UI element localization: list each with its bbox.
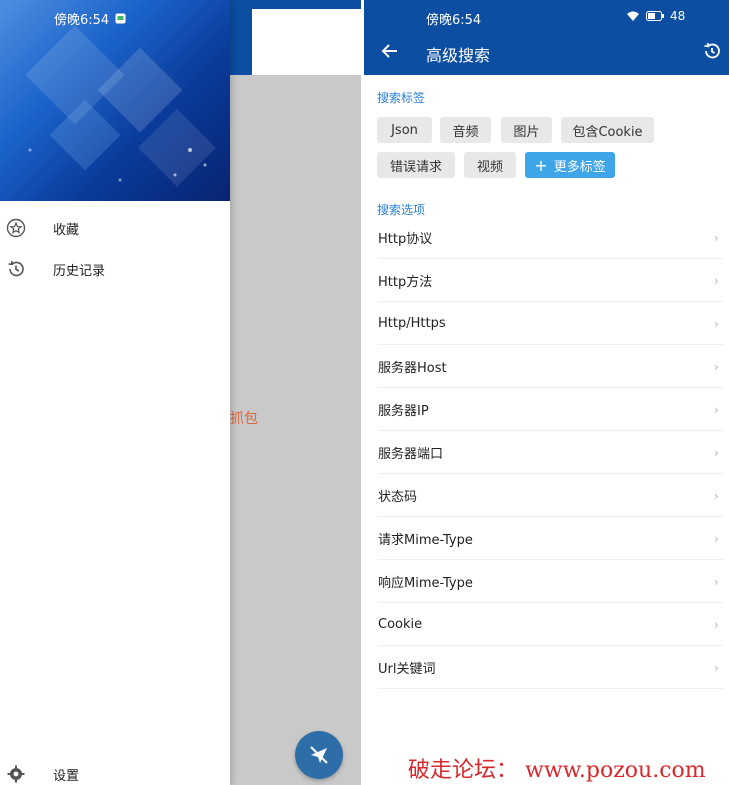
- drawer-item-history[interactable]: 历史记录: [0, 249, 230, 289]
- option-label: Url关键词: [378, 662, 436, 677]
- option-http-protocol[interactable]: Http协议 ›: [364, 216, 729, 259]
- option-label: Cookie: [378, 617, 423, 632]
- option-label: 服务器端口: [378, 447, 444, 462]
- tag-error-request[interactable]: 错误请求: [377, 152, 455, 178]
- advanced-search-screen: 傍晚6:54 48 高级搜索 搜索标签 Json 音频 图片 包含Cookie …: [364, 0, 729, 785]
- option-server-host[interactable]: 服务器Host ›: [364, 345, 729, 388]
- option-label: 服务器IP: [378, 404, 429, 419]
- more-tags-button[interactable]: + 更多标签: [525, 152, 615, 178]
- drawer-item-favorites[interactable]: 收藏: [0, 208, 230, 248]
- tag-video[interactable]: 视频: [464, 152, 516, 178]
- tag-image[interactable]: 图片: [501, 117, 552, 143]
- battery-level: 48: [670, 9, 686, 23]
- search-icon[interactable]: [289, 42, 309, 62]
- tag-audio[interactable]: 音频: [440, 117, 491, 143]
- option-server-ip[interactable]: 服务器IP ›: [364, 388, 729, 431]
- option-label: Http方法: [378, 275, 433, 290]
- clear-trash-icon[interactable]: [331, 42, 351, 62]
- option-label: 响应Mime-Type: [378, 576, 473, 591]
- chevron-right-icon: ›: [714, 531, 719, 546]
- divider: [378, 688, 723, 689]
- option-status-code[interactable]: 状态码 ›: [364, 474, 729, 517]
- option-http-https[interactable]: Http/Https ›: [364, 302, 729, 345]
- option-server-port[interactable]: 服务器端口 ›: [364, 431, 729, 474]
- drawer-item-label: 历史记录: [53, 263, 106, 279]
- message-icon: [115, 13, 126, 24]
- drawer-header-image: 傍晚6:54: [0, 0, 230, 201]
- tag-json[interactable]: Json: [377, 117, 432, 143]
- option-http-method[interactable]: Http方法 ›: [364, 259, 729, 302]
- chevron-right-icon: ›: [714, 574, 719, 589]
- drawer-item-label: 收藏: [53, 222, 80, 238]
- status-time: 傍晚6:54: [54, 13, 110, 28]
- page-title: 高级搜索: [426, 46, 491, 65]
- history-icon: [8, 260, 24, 277]
- battery-icon: [646, 11, 664, 21]
- option-label: 状态码: [378, 490, 418, 505]
- chevron-right-icon: ›: [714, 445, 719, 460]
- send-off-icon: [310, 746, 328, 764]
- chevron-right-icon: ›: [714, 230, 719, 245]
- capture-hint: 抓包: [230, 411, 258, 427]
- left-screen: 48 抓包 傍晚6:54: [0, 0, 361, 785]
- watermark-text: 破走论坛： www.pozou.com: [408, 758, 706, 783]
- chevron-right-icon: ›: [714, 617, 719, 632]
- option-url-keyword[interactable]: Url关键词 ›: [364, 646, 729, 689]
- drawer-item-label: 设置: [53, 768, 80, 784]
- option-request-mime[interactable]: 请求Mime-Type ›: [364, 517, 729, 560]
- abstract-background: [25, 25, 216, 187]
- option-label: Http协议: [378, 232, 433, 247]
- reset-history-icon[interactable]: [702, 41, 722, 61]
- chevron-right-icon: ›: [714, 488, 719, 503]
- chevron-right-icon: ›: [714, 660, 719, 675]
- more-tags-label: 更多标签: [553, 159, 606, 175]
- option-label: Http/Https: [378, 316, 446, 331]
- app-bar: 傍晚6:54 48 高级搜索: [364, 0, 729, 75]
- wifi-icon: [627, 11, 639, 21]
- search-tags-label: 搜索标签: [377, 91, 426, 105]
- chevron-right-icon: ›: [714, 359, 719, 374]
- drawer-item-settings[interactable]: 设置: [0, 754, 230, 785]
- chevron-right-icon: ›: [714, 316, 719, 331]
- chevron-right-icon: ›: [714, 273, 719, 288]
- option-cookie[interactable]: Cookie ›: [364, 603, 729, 646]
- star-icon: [6, 218, 26, 238]
- option-label: 服务器Host: [378, 361, 447, 376]
- gear-icon: [7, 765, 25, 783]
- chevron-right-icon: ›: [714, 402, 719, 417]
- status-icons: 48: [626, 9, 685, 23]
- plus-icon: +: [534, 155, 548, 175]
- option-response-mime[interactable]: 响应Mime-Type ›: [364, 560, 729, 603]
- status-time: 傍晚6:54: [426, 13, 482, 28]
- tag-contains-cookie[interactable]: 包含Cookie: [561, 117, 654, 143]
- option-label: 请求Mime-Type: [378, 533, 473, 548]
- start-capture-fab[interactable]: [295, 731, 343, 779]
- drawer-status-bar: 傍晚6:54: [54, 9, 126, 28]
- back-arrow-icon[interactable]: [380, 41, 400, 61]
- navigation-drawer: 傍晚6:54 收藏 历史记录 设置: [0, 0, 230, 785]
